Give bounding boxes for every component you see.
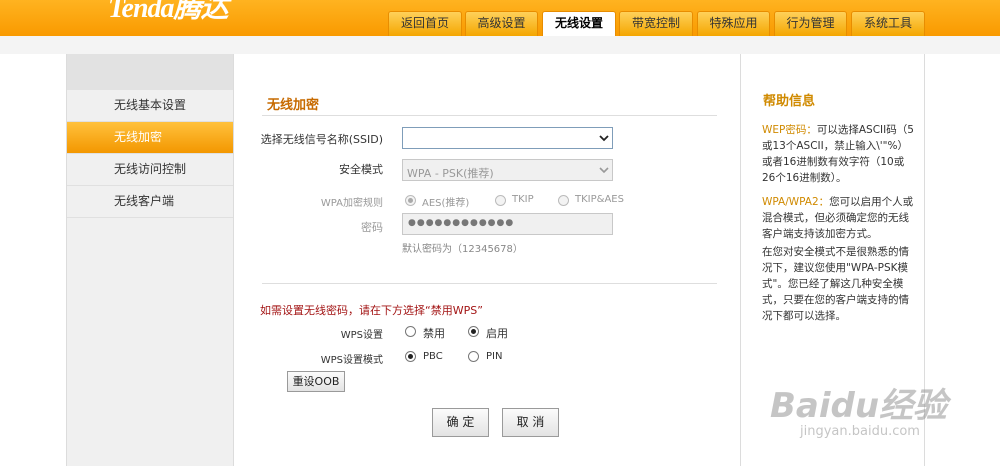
wps-pin-label: PIN xyxy=(486,351,503,362)
password-label: 密码 xyxy=(361,221,383,234)
security-mode-value: WPA - PSK(推荐) xyxy=(407,167,494,180)
tab-special-applications[interactable]: 特殊应用 xyxy=(697,11,770,36)
sidebar-item-access-control[interactable]: 无线访问控制 xyxy=(67,154,233,186)
ssid-label: 选择无线信号名称(SSID) xyxy=(260,133,383,146)
tab-bandwidth-control[interactable]: 带宽控制 xyxy=(619,11,693,36)
sidebar-item-wireless-security[interactable]: 无线加密 xyxy=(67,122,233,154)
tab-wireless-settings[interactable]: 无线设置 xyxy=(542,11,616,37)
wpa-tkip-aes-label: TKIP&AES xyxy=(575,194,624,205)
baidu-watermark-url: jingyan.baidu.com xyxy=(800,424,920,439)
sidebar-header xyxy=(67,54,233,90)
help-wpa: WPA/WPA2：您可以启用个人或混合模式，但必须确定您的无线客户端支持该加密方… xyxy=(762,194,914,242)
tab-behavior-management[interactable]: 行为管理 xyxy=(774,11,847,36)
wps-mode-label: WPS设置模式 xyxy=(320,355,383,366)
subheader-strip xyxy=(0,36,1000,54)
sidebar-item-wireless-clients[interactable]: 无线客户端 xyxy=(67,186,233,218)
wpa-tkip-aes-radio[interactable] xyxy=(558,195,569,206)
help-wep-key: WEP密码： xyxy=(762,124,817,136)
wps-note: 如需设置无线密码，请在下方选择“禁用WPS” xyxy=(260,304,483,317)
cancel-button[interactable]: 取 消 xyxy=(502,408,559,437)
baidu-watermark: Baidu经验 xyxy=(770,386,948,426)
wps-pin-radio[interactable] xyxy=(468,351,479,362)
ssid-select[interactable] xyxy=(402,127,613,149)
wpa-tkip-radio[interactable] xyxy=(495,195,506,206)
wpa-rule-label: WPA加密规则 xyxy=(320,198,383,209)
help-title: 帮助信息 xyxy=(763,94,816,109)
tenda-logo: Tenda腾达 xyxy=(108,0,229,24)
help-extra: 在您对安全模式不是很熟悉的情况下，建议您使用"WPA-PSK模式"。您已经了解这… xyxy=(762,246,909,322)
wps-disable-radio[interactable] xyxy=(405,326,416,337)
section-title: 无线加密 xyxy=(267,98,320,113)
tab-system-tools[interactable]: 系统工具 xyxy=(851,11,925,36)
wps-pbc-radio[interactable] xyxy=(405,351,416,362)
wpa-tkip-label: TKIP xyxy=(512,194,534,205)
security-mode-label: 安全模式 xyxy=(339,163,383,176)
chevron-down-icon xyxy=(596,128,612,148)
confirm-button[interactable]: 确 定 xyxy=(432,408,489,437)
sidebar-item-wireless-basic[interactable]: 无线基本设置 xyxy=(67,90,233,122)
wps-pbc-label: PBC xyxy=(423,351,443,362)
security-mode-select[interactable]: WPA - PSK(推荐) xyxy=(402,159,613,181)
tab-home[interactable]: 返回首页 xyxy=(388,11,462,36)
divider xyxy=(262,283,717,284)
top-header-bar: Tenda腾达 返回首页 高级设置 无线设置 带宽控制 特殊应用 行为管理 系统… xyxy=(0,0,1000,37)
chevron-down-icon xyxy=(596,160,612,180)
wpa-aes-label: AES(推荐) xyxy=(422,198,470,209)
wpa-aes-radio[interactable] xyxy=(405,195,416,206)
help-wep: WEP密码：可以选择ASCII码（5或13个ASCII，禁止输入\'"%）或者1… xyxy=(762,122,914,186)
wps-setting-label: WPS设置 xyxy=(340,330,383,341)
wps-disable-label: 禁用 xyxy=(423,327,445,340)
password-value: ●●●●●●●●●●●● xyxy=(408,218,515,228)
wps-enable-radio[interactable] xyxy=(468,326,479,337)
wps-enable-label: 启用 xyxy=(486,327,508,340)
help-wpa-key: WPA/WPA2： xyxy=(762,196,830,208)
sidebar: 无线基本设置 无线加密 无线访问控制 无线客户端 xyxy=(66,54,234,466)
tab-advanced-settings[interactable]: 高级设置 xyxy=(465,11,538,36)
main-content: 无线加密 选择无线信号名称(SSID) 安全模式 WPA - PSK(推荐) W… xyxy=(236,54,741,466)
password-input[interactable]: ●●●●●●●●●●●● xyxy=(402,213,613,235)
password-hint: 默认密码为（12345678） xyxy=(402,244,523,255)
divider xyxy=(262,115,717,116)
reset-oob-button[interactable]: 重设OOB xyxy=(287,371,345,392)
